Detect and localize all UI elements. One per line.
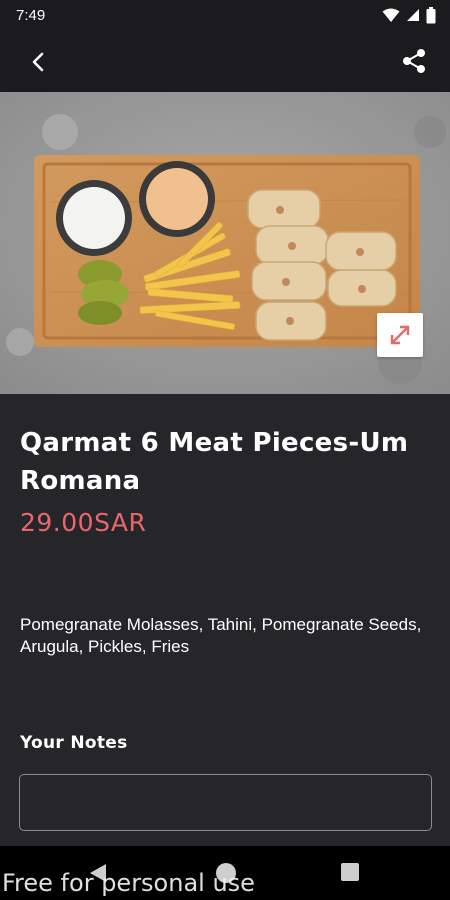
product-price: 29.00SAR <box>20 508 147 537</box>
product-description: Pomegranate Molasses, Tahini, Pomegranat… <box>20 615 422 656</box>
share-button[interactable] <box>396 43 432 79</box>
expand-image-button[interactable] <box>377 313 423 357</box>
chevron-left-icon <box>32 52 44 72</box>
watermark-text: Free for personal use <box>2 869 255 897</box>
status-time: 7:49 <box>16 6 46 24</box>
signal-icon <box>407 9 419 21</box>
notes-input[interactable] <box>19 774 432 831</box>
status-bar: 7:49 <box>0 0 450 30</box>
battery-icon <box>426 6 436 23</box>
nav-recents-icon[interactable] <box>341 863 359 881</box>
status-icons <box>382 6 436 24</box>
expand-arrows-icon <box>390 325 410 345</box>
app-bar <box>0 30 450 92</box>
wifi-icon <box>382 8 400 22</box>
product-title: Qarmat 6 Meat Pieces-Um Romana <box>20 428 409 496</box>
back-button[interactable] <box>20 44 56 80</box>
share-icon <box>403 49 425 73</box>
notes-label: Your Notes <box>20 733 128 753</box>
